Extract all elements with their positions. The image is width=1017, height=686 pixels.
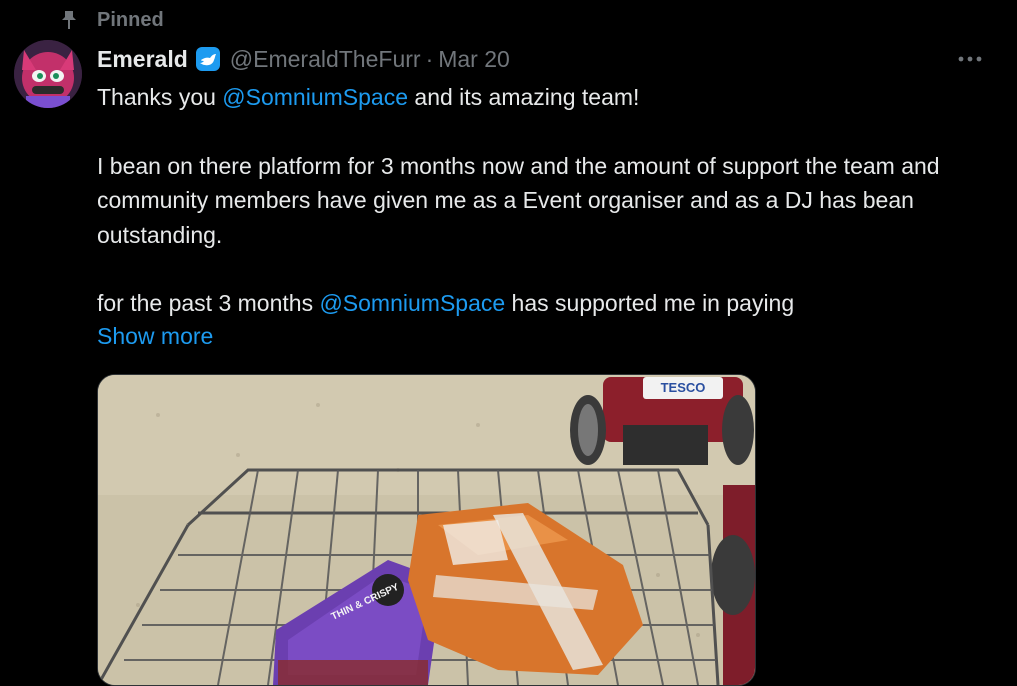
author-display-name[interactable]: Emerald (97, 46, 188, 73)
tweet-text-segment: and its amazing team! (408, 84, 640, 110)
tesco-sign-text: TESCO (661, 380, 706, 395)
mention-link[interactable]: @SomniumSpace (222, 84, 408, 110)
tweet-text-segment: for the past 3 months (97, 290, 320, 316)
tweet-line-1: Thanks you @SomniumSpace and its amazing… (97, 80, 997, 115)
pin-icon (60, 10, 78, 30)
tweet-header: Emerald @EmeraldTheFurr · Mar 20 (97, 42, 510, 76)
tweet-text: Thanks you @SomniumSpace and its amazing… (97, 80, 997, 321)
tweet-paragraph-2: I bean on there platform for 3 months no… (97, 152, 940, 248)
more-options-icon[interactable] (952, 46, 988, 72)
author-handle[interactable]: @EmeraldTheFurr (230, 46, 421, 73)
mention-link[interactable]: @SomniumSpace (319, 290, 505, 316)
tweet-text-segment: has supported me in paying (505, 290, 795, 316)
tweet-media-image[interactable]: TESCO THIN & CRISPY (97, 374, 756, 686)
pinned-label: Pinned (97, 8, 164, 31)
avatar[interactable] (14, 40, 82, 108)
show-more-link[interactable]: Show more (97, 319, 213, 353)
pinned-indicator: Pinned (60, 6, 164, 34)
tweet-text-segment: Thanks you (97, 84, 223, 110)
verified-badge-icon[interactable] (195, 46, 221, 72)
tweet-paragraph-3: for the past 3 months @SomniumSpace has … (97, 286, 997, 321)
tweet-date[interactable]: Mar 20 (438, 46, 510, 73)
header-separator: · (425, 45, 434, 72)
